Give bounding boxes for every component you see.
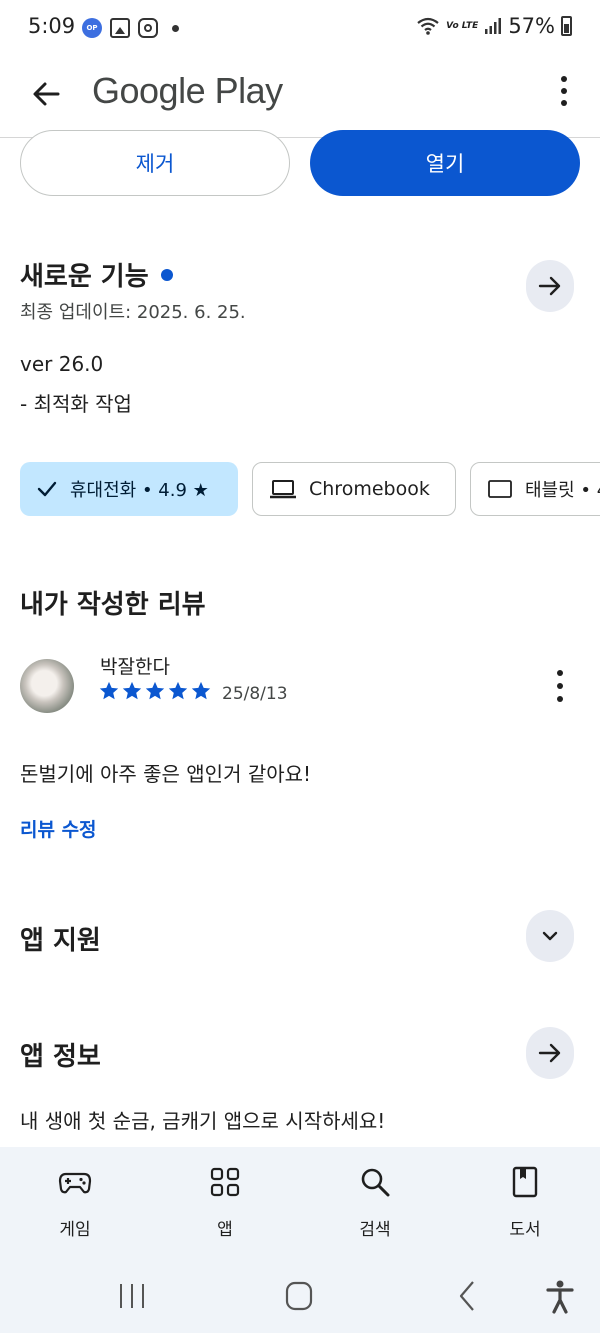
whats-new-title: 새로운 기능 bbox=[20, 262, 149, 292]
search-icon bbox=[361, 1168, 390, 1197]
system-navigation-bar bbox=[0, 1260, 600, 1333]
new-indicator-dot bbox=[160, 268, 173, 281]
my-review-title: 내가 작성한 리뷰 bbox=[20, 590, 206, 620]
gallery-icon bbox=[110, 18, 130, 38]
chip-chromebook-label: Chromebook bbox=[309, 478, 430, 500]
review-more-icon[interactable] bbox=[553, 670, 567, 702]
whats-new-heading: 새로운 기능 bbox=[20, 256, 173, 293]
uninstall-button[interactable]: 제거 bbox=[20, 130, 290, 196]
arrow-right-icon bbox=[538, 276, 561, 296]
version-text: ver 26.0 bbox=[20, 352, 104, 376]
status-bar: 5:09 OP Vo LTE 57% bbox=[0, 0, 600, 58]
nav-games-label: 게임 bbox=[59, 1220, 91, 1240]
nav-books[interactable]: 도서 bbox=[450, 1147, 600, 1260]
app-title: Google Play bbox=[92, 70, 283, 111]
notification-icons: OP bbox=[82, 18, 179, 38]
star-icon bbox=[99, 681, 119, 700]
whats-new-arrow-button[interactable] bbox=[526, 260, 574, 312]
app-support-expand-button[interactable] bbox=[526, 910, 574, 962]
edit-review-link[interactable]: 리뷰 수정 bbox=[20, 815, 97, 842]
nav-books-label: 도서 bbox=[509, 1220, 541, 1240]
release-notes-text: - 최적화 작업 bbox=[20, 392, 132, 416]
nav-search[interactable]: 검색 bbox=[300, 1147, 450, 1260]
star-icon bbox=[168, 681, 188, 700]
status-right: Vo LTE 57% bbox=[416, 14, 572, 38]
bottom-navigation: 게임 앱 검색 도서 bbox=[0, 1147, 600, 1260]
laptop-icon bbox=[270, 480, 296, 499]
review-date: 25/8/13 bbox=[222, 684, 288, 704]
rating-stars bbox=[98, 680, 212, 702]
book-icon bbox=[512, 1166, 538, 1198]
wifi-icon bbox=[417, 17, 439, 35]
about-description: 내 생애 첫 순금, 금캐기 앱으로 시작하세요! bbox=[20, 1109, 386, 1133]
accessibility-icon[interactable] bbox=[540, 1278, 580, 1314]
lte-indicator: Vo LTE bbox=[446, 21, 479, 31]
chip-phone[interactable]: 휴대전화 • 4.9 ★ bbox=[20, 462, 238, 516]
status-time: 5:09 bbox=[28, 14, 76, 38]
chip-phone-label: 휴대전화 • 4.9 ★ bbox=[70, 480, 209, 501]
back-nav-icon[interactable] bbox=[448, 1278, 488, 1314]
chevron-down-icon bbox=[542, 931, 558, 941]
nav-games[interactable]: 게임 bbox=[0, 1147, 150, 1260]
about-app-arrow-button[interactable] bbox=[526, 1027, 574, 1079]
home-icon[interactable] bbox=[279, 1278, 319, 1314]
play-store-app-page: 5:09 OP Vo LTE 57% Google Play 제거 열기 새로운… bbox=[0, 0, 600, 1333]
chip-tablet-label: 태블릿 • 4 bbox=[525, 480, 600, 501]
dot-icon bbox=[172, 24, 179, 32]
open-button[interactable]: 열기 bbox=[310, 130, 580, 196]
instagram-icon bbox=[138, 18, 158, 38]
nav-apps-label: 앱 bbox=[217, 1220, 233, 1240]
nav-apps[interactable]: 앱 bbox=[150, 1147, 300, 1260]
chip-chromebook[interactable]: Chromebook bbox=[252, 462, 456, 516]
star-icon bbox=[122, 681, 142, 700]
chip-tablet[interactable]: 태블릿 • 4 bbox=[470, 462, 600, 516]
back-arrow-icon[interactable] bbox=[28, 74, 68, 114]
review-text: 돈벌기에 아주 좋은 앱인거 같아요! bbox=[20, 762, 312, 786]
nav-search-label: 검색 bbox=[359, 1220, 391, 1240]
tablet-icon bbox=[488, 480, 512, 498]
battery-icon bbox=[561, 16, 572, 36]
reviewer-name: 박잘한다 bbox=[100, 656, 170, 678]
about-app-title: 앱 정보 bbox=[20, 1042, 101, 1072]
gamepad-icon bbox=[58, 1172, 92, 1194]
star-icon bbox=[191, 681, 211, 700]
app-support-title: 앱 지원 bbox=[20, 926, 101, 956]
check-icon bbox=[37, 481, 57, 497]
opgg-icon: OP bbox=[82, 18, 102, 38]
battery-percent: 57% bbox=[508, 14, 555, 38]
recent-apps-icon[interactable] bbox=[112, 1278, 152, 1314]
last-updated-text: 최종 업데이트: 2025. 6. 25. bbox=[20, 302, 246, 323]
apps-grid-icon bbox=[210, 1167, 240, 1197]
app-bar: Google Play bbox=[0, 58, 600, 138]
arrow-right-icon bbox=[538, 1043, 561, 1063]
avatar bbox=[20, 659, 74, 713]
star-icon bbox=[145, 681, 165, 700]
more-options-icon[interactable] bbox=[558, 76, 570, 106]
signal-icon bbox=[485, 18, 502, 34]
